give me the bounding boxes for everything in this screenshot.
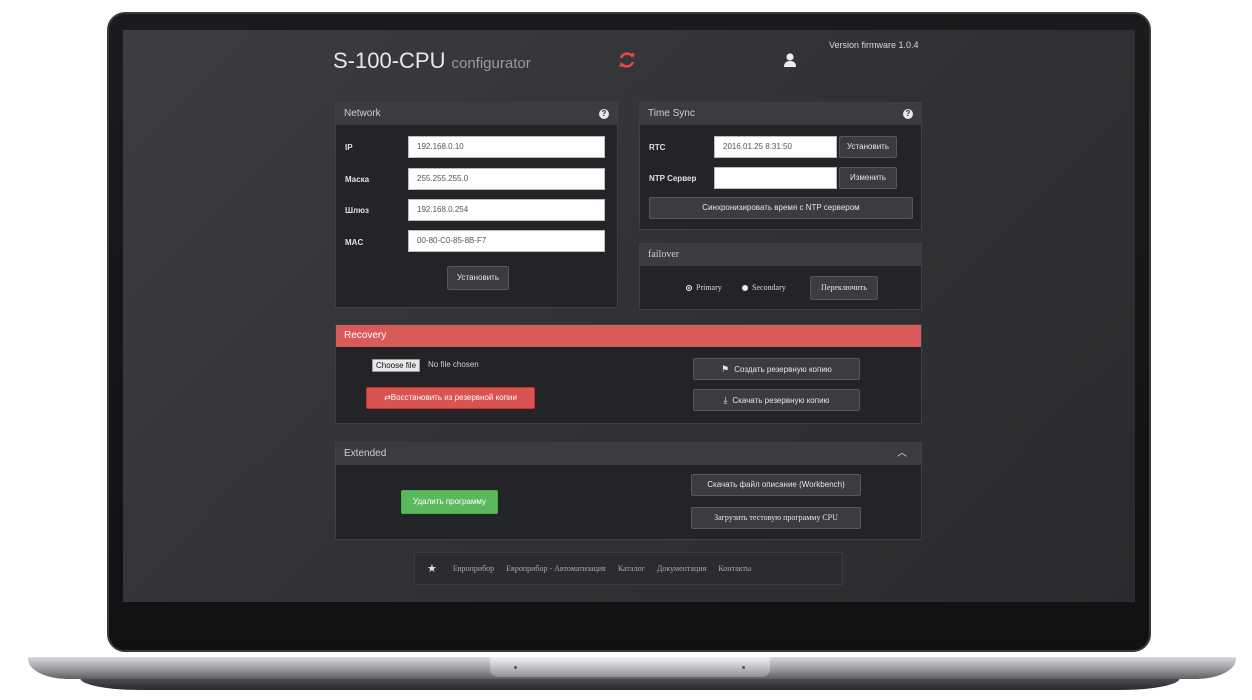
app-screen: S-100-CPU configurator Version firmware 1… xyxy=(123,30,1135,602)
laptop-base-shadow xyxy=(80,678,1180,690)
ntp-sync-button[interactable]: Синхронизировать время с NTP сервером xyxy=(649,197,913,219)
user-icon[interactable] xyxy=(783,52,797,68)
ntp-server-field[interactable] xyxy=(714,167,837,189)
chevron-up-icon[interactable]: ︿ xyxy=(897,443,907,465)
extended-panel: Extended ︿ Удалить программу Скачать фай… xyxy=(335,442,922,540)
extended-panel-title: Extended xyxy=(344,448,387,459)
app-subtitle: configurator xyxy=(451,55,531,72)
choose-file-button[interactable]: Choose file xyxy=(372,359,421,372)
failover-panel-title: failover xyxy=(648,249,680,260)
help-icon[interactable]: ? xyxy=(903,109,913,119)
footer-nav: ★ Европрибор Европрибор - Автоматизация … xyxy=(414,552,843,585)
ntp-label: NTP Сервер xyxy=(649,174,697,183)
radio-primary-label: Primary xyxy=(696,283,722,292)
radio-secondary-label: Secondary xyxy=(752,283,786,292)
hinge-dot xyxy=(514,666,517,669)
mask-field[interactable]: 255.255.255.0 xyxy=(408,168,605,190)
mac-field[interactable]: 00-80-C0-85-8B-F7 xyxy=(408,230,605,252)
download-backup-label: Скачать резервную копию xyxy=(732,396,830,405)
time-sync-panel-header: Time Sync ? xyxy=(640,103,921,125)
extended-panel-header[interactable]: Extended ︿ xyxy=(336,443,921,465)
network-panel-header: Network ? xyxy=(336,103,617,125)
restore-icon: ⇄ xyxy=(384,393,391,402)
failover-panel-header: failover xyxy=(640,244,921,266)
network-panel: Network ? IP 192.168.0.10 Маска 255.255.… xyxy=(335,102,618,308)
footer-link-catalog[interactable]: Каталог xyxy=(612,564,651,573)
footer-link-docs[interactable]: Документация xyxy=(651,564,712,573)
ip-label: IP xyxy=(345,143,353,152)
download-description-button[interactable]: Скачать файл описание (Workbench) xyxy=(691,474,861,496)
rtc-label: RTC xyxy=(649,143,666,152)
radio-primary[interactable]: Primary xyxy=(686,283,722,292)
app-title-text: S-100-CPU xyxy=(333,48,446,73)
rtc-field[interactable]: 2016.01.25 8:31:50 xyxy=(714,136,837,158)
home-icon[interactable]: ★ xyxy=(415,562,447,575)
restore-backup-button[interactable]: ⇄Восстановить из резервной копии xyxy=(366,387,535,409)
radio-secondary[interactable]: Secondary xyxy=(742,283,786,292)
time-sync-panel: Time Sync ? RTC 2016.01.25 8:31:50 Устан… xyxy=(639,102,922,230)
help-icon[interactable]: ? xyxy=(599,109,609,119)
file-status: No file chosen xyxy=(428,360,479,369)
hinge-dot xyxy=(742,666,745,669)
firmware-version: Version firmware 1.0.4 xyxy=(829,40,919,50)
download-backup-button[interactable]: ⤓ Скачать резервную копию xyxy=(693,389,860,411)
footer-link-contacts[interactable]: Контакты xyxy=(712,564,757,573)
network-panel-title: Network xyxy=(344,108,381,119)
download-icon: ⤓ xyxy=(723,395,728,405)
time-sync-panel-title: Time Sync xyxy=(648,108,695,119)
flag-icon: ⚑ xyxy=(721,364,730,374)
failover-switch-button[interactable]: Переключить xyxy=(810,276,878,300)
mask-label: Маска xyxy=(345,175,370,184)
ip-field[interactable]: 192.168.0.10 xyxy=(408,136,605,158)
ntp-change-button[interactable]: Изменить xyxy=(839,167,897,189)
recovery-panel: Recovery Choose file No file chosen ⇄Вос… xyxy=(335,324,922,424)
delete-program-button[interactable]: Удалить программу xyxy=(401,490,498,514)
gateway-field[interactable]: 192.168.0.254 xyxy=(408,199,605,221)
radio-checked-icon xyxy=(686,285,692,292)
load-test-program-button[interactable]: Загрузить тестовую программу CPU xyxy=(691,507,861,529)
recovery-panel-header: Recovery xyxy=(336,325,921,347)
network-submit-button[interactable]: Установить xyxy=(447,266,509,290)
laptop-hinge xyxy=(490,657,770,677)
create-backup-button[interactable]: ⚑ Создать резервную копию xyxy=(693,358,860,380)
mac-label: MAC xyxy=(345,238,364,247)
failover-panel: failover Primary Secondary Переключить xyxy=(639,243,922,310)
restore-backup-label: Восстановить из резервной копии xyxy=(390,393,517,402)
gateway-label: Шлюз xyxy=(345,206,369,215)
create-backup-label: Создать резервную копию xyxy=(734,365,832,374)
rtc-set-button[interactable]: Установить xyxy=(839,136,897,158)
page-title: S-100-CPU configurator xyxy=(333,48,531,74)
footer-link-evropribor[interactable]: Европрибор xyxy=(447,564,500,573)
radio-unchecked-icon xyxy=(742,285,748,292)
footer-link-automation[interactable]: Европрибор - Автоматизация xyxy=(500,564,612,573)
refresh-icon[interactable] xyxy=(617,50,637,70)
